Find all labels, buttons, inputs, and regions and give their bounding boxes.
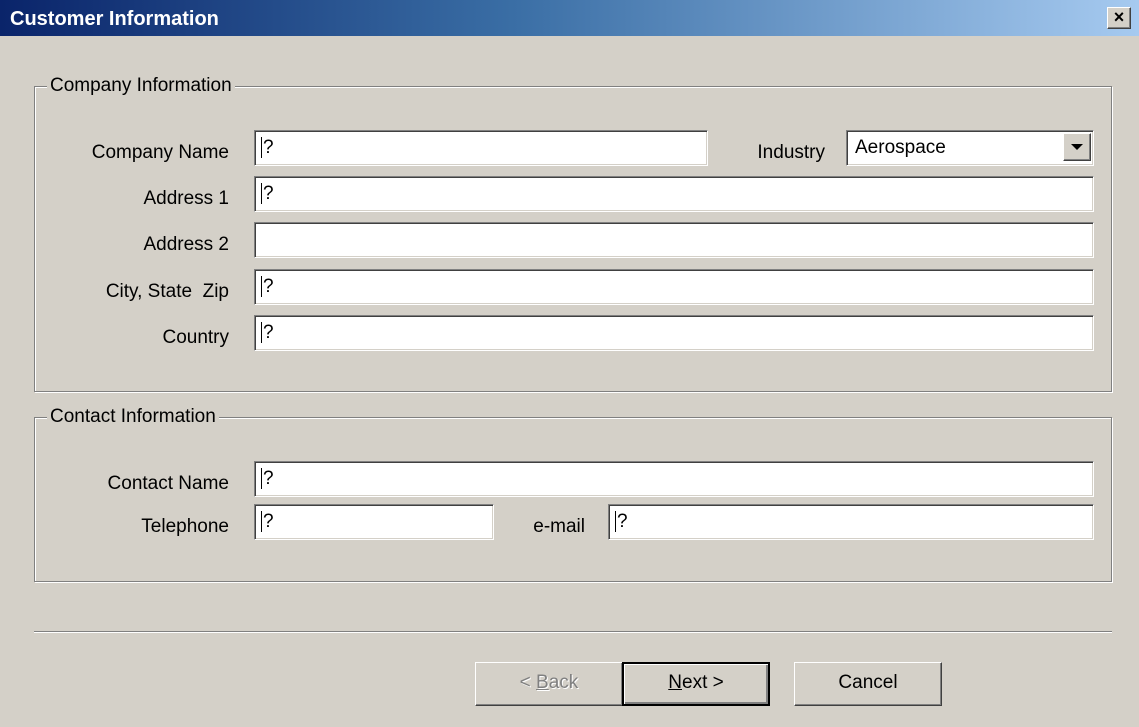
email-field[interactable]: ? xyxy=(608,504,1094,540)
address2-label: Address 2 xyxy=(143,234,229,255)
email-value: ? xyxy=(615,511,628,532)
cancel-button[interactable]: Cancel xyxy=(794,662,942,706)
close-icon: × xyxy=(1113,7,1125,27)
address1-field[interactable]: ? xyxy=(254,176,1094,212)
city-state-zip-label: City, State Zip xyxy=(105,281,229,302)
company-name-field[interactable]: ? xyxy=(254,130,708,166)
company-name-value: ? xyxy=(261,137,274,158)
country-value: ? xyxy=(261,322,274,343)
telephone-field[interactable]: ? xyxy=(254,504,494,540)
back-button[interactable]: < Back xyxy=(475,662,623,706)
address2-field[interactable] xyxy=(254,222,1094,258)
close-button[interactable]: × xyxy=(1107,7,1131,29)
city-state-zip-field[interactable]: ? xyxy=(254,269,1094,305)
contact-info-group: Contact Information xyxy=(34,406,1112,582)
next-button[interactable]: Next > xyxy=(622,662,770,706)
separator-line xyxy=(34,631,1112,633)
industry-label: Industry xyxy=(757,142,825,163)
telephone-value: ? xyxy=(261,511,274,532)
industry-select[interactable]: Aerospace xyxy=(846,130,1094,166)
window-title: Customer Information xyxy=(10,8,219,30)
country-field[interactable]: ? xyxy=(254,315,1094,351)
company-info-legend: Company Information xyxy=(47,75,235,97)
telephone-label: Telephone xyxy=(141,516,229,537)
company-name-label: Company Name xyxy=(91,142,229,163)
address1-label: Address 1 xyxy=(143,188,229,209)
address1-value: ? xyxy=(261,183,274,204)
title-bar: Customer Information × xyxy=(0,0,1139,37)
contact-name-label: Contact Name xyxy=(107,473,229,494)
contact-name-value: ? xyxy=(261,468,274,489)
chevron-down-icon[interactable] xyxy=(1063,133,1091,161)
email-label: e-mail xyxy=(533,516,585,537)
contact-name-field[interactable]: ? xyxy=(254,461,1094,497)
city-state-zip-value: ? xyxy=(261,276,274,297)
contact-info-legend: Contact Information xyxy=(47,406,219,428)
industry-selected-value: Aerospace xyxy=(855,137,946,158)
country-label: Country xyxy=(162,327,229,348)
